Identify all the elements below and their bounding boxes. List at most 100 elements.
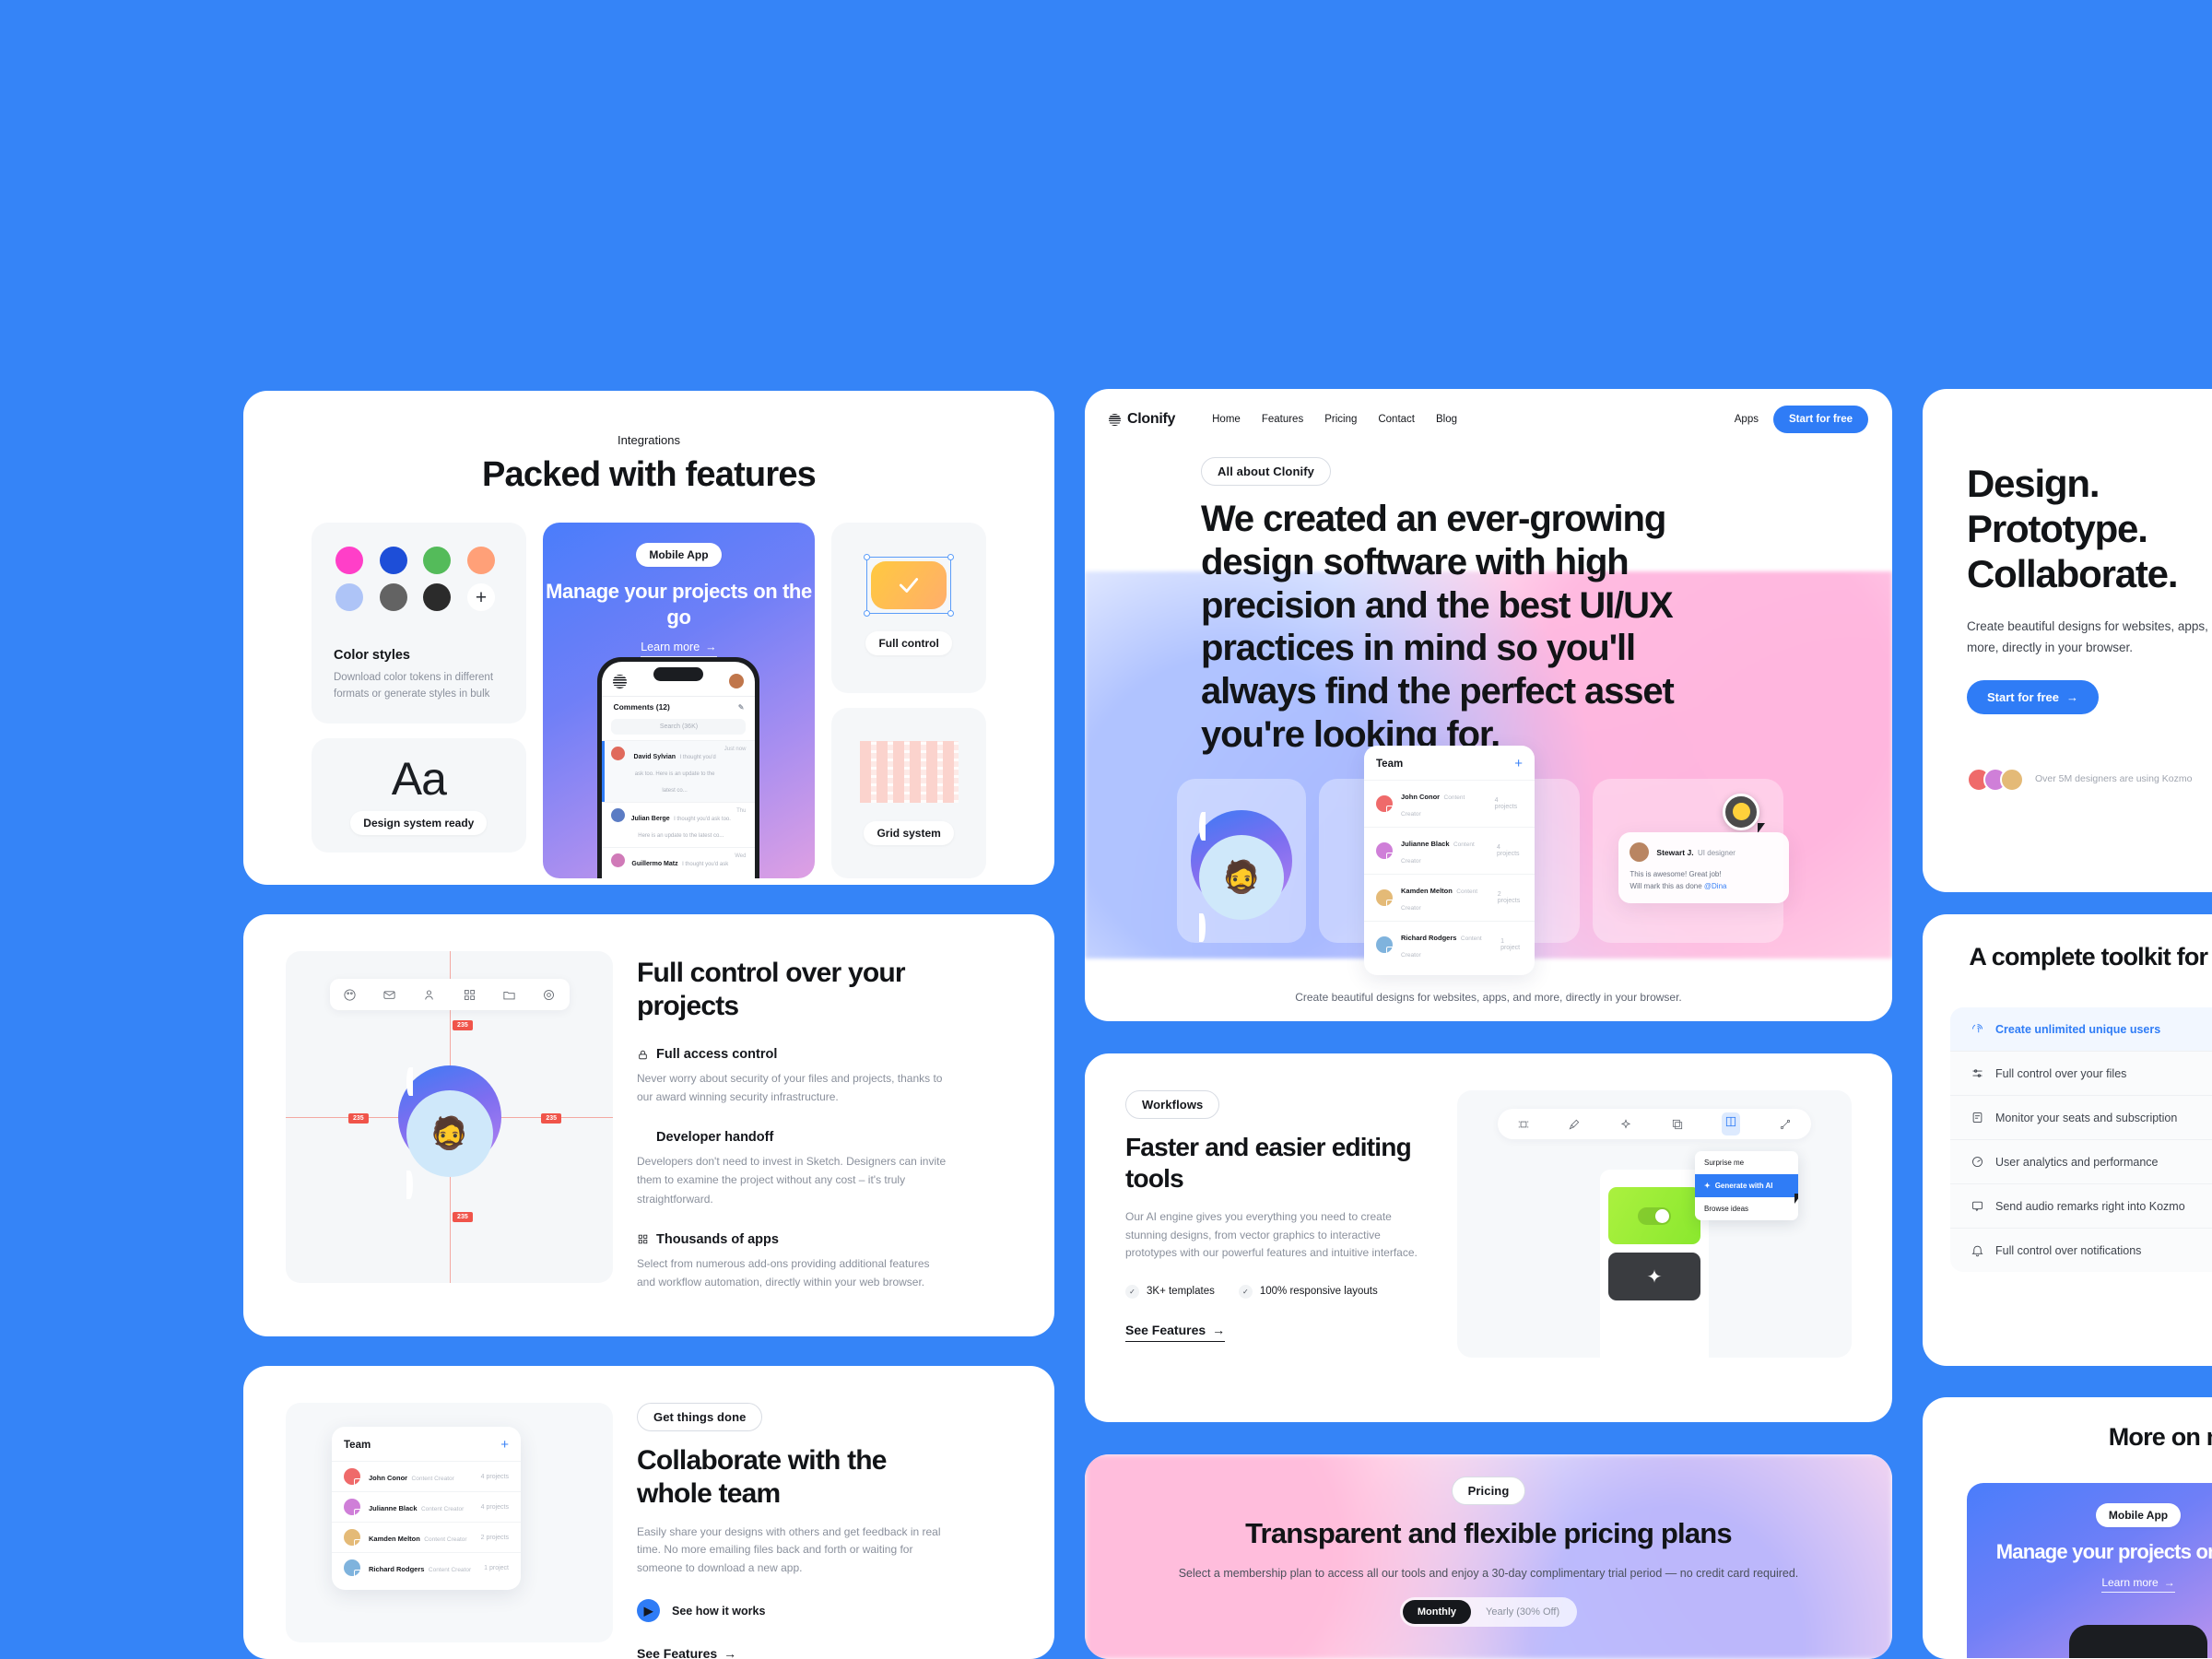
- layout-tool-active[interactable]: [1722, 1112, 1741, 1135]
- avatar: [1376, 889, 1394, 908]
- nav-link-pricing[interactable]: Pricing: [1324, 414, 1357, 425]
- list-item[interactable]: Monitor your seats and subscription: [1950, 1095, 2212, 1139]
- lock-icon: [639, 1050, 647, 1059]
- color-swatch[interactable]: [379, 583, 407, 611]
- learn-more-link[interactable]: Learn more →: [2101, 1576, 2175, 1593]
- start-for-free-button[interactable]: Start for free →: [1967, 679, 2100, 714]
- user-icon[interactable]: [422, 988, 436, 1002]
- typography-glyph: Aa: [391, 752, 447, 805]
- member-projects: 4 projects: [1497, 844, 1520, 858]
- list-item[interactable]: Guillermo Matz I thought you'd ask too. …: [602, 847, 756, 878]
- design-headline-3: Collaborate.: [1967, 552, 2179, 596]
- editor-toolbar[interactable]: [1498, 1109, 1811, 1139]
- color-swatch[interactable]: [423, 583, 452, 611]
- team-card-title: Team: [344, 1439, 371, 1451]
- frame-icon[interactable]: [1517, 1118, 1530, 1131]
- avatar-stack: [1967, 767, 2024, 792]
- start-for-free-button[interactable]: Start for free: [1772, 406, 1868, 433]
- table-row[interactable]: Julianne Black Content Creator 4 project…: [1364, 827, 1535, 874]
- see-features-link[interactable]: See Features →: [1125, 1323, 1226, 1342]
- hero-comment-card-wrap: Stewart J. UI designer This is awesome! …: [1593, 778, 1790, 943]
- toggle-yearly[interactable]: Yearly (30% Off): [1471, 1600, 1574, 1624]
- features-column-right: Full control Grid system: [831, 523, 987, 878]
- list-item[interactable]: David Sylvian I thought you'd ask too. H…: [602, 740, 756, 802]
- list-item-label: Create unlimited unique users: [1995, 1022, 2161, 1036]
- app-logo-icon: [613, 674, 628, 688]
- avatar[interactable]: [729, 674, 745, 688]
- hero-text: All about Clonify We created an ever-gro…: [1201, 457, 1892, 757]
- table-row[interactable]: Julianne Black Content Creator 4 project…: [332, 1491, 521, 1522]
- table-row[interactable]: John Conor Content Creator 4 projects: [1364, 780, 1535, 827]
- play-icon[interactable]: ▶: [637, 1599, 660, 1623]
- pricing-desc: Select a membership plan to access all o…: [1178, 1567, 1799, 1581]
- ai-dropdown-menu[interactable]: Surprise me ✦ Generate with AI Browse ide…: [1695, 1151, 1798, 1220]
- see-features-link[interactable]: See Features →: [637, 1646, 736, 1659]
- billing-period-toggle[interactable]: Monthly Yearly (30% Off): [1399, 1596, 1578, 1627]
- mobile-app-promo-card: Mobile App Manage your projects on the g…: [542, 523, 816, 878]
- list-item[interactable]: Full control over your files: [1950, 1051, 2212, 1095]
- add-member-button[interactable]: +: [1514, 756, 1523, 771]
- features-title: Packed with features: [481, 455, 817, 494]
- member-role: Content Creator: [424, 1536, 467, 1543]
- apps-grid-icon[interactable]: [463, 988, 477, 1002]
- toggle-switch[interactable]: [1638, 1206, 1671, 1225]
- palette-icon[interactable]: [343, 988, 357, 1002]
- features-header: Integrations Packed with features: [243, 391, 1054, 495]
- table-row[interactable]: Kamden Melton Content Creator 2 projects: [1364, 874, 1535, 921]
- table-row[interactable]: John Conor Content Creator 4 projects: [332, 1461, 521, 1491]
- comment-role: UI designer: [1698, 849, 1735, 858]
- comment-author: Julian Berge: [630, 816, 670, 822]
- phone-notch: [653, 667, 704, 681]
- list-item[interactable]: Create unlimited unique users: [1950, 1007, 2212, 1052]
- menu-item-generate-with-ai[interactable]: ✦ Generate with AI: [1695, 1174, 1798, 1197]
- avatar: [344, 1499, 361, 1516]
- sparkle-icon[interactable]: [1619, 1118, 1632, 1131]
- color-swatch[interactable]: [467, 547, 495, 574]
- list-item[interactable]: Full control over notifications: [1950, 1228, 2212, 1272]
- grid-system-label: Grid system: [864, 821, 954, 845]
- see-how-it-works-row[interactable]: ▶ See how it works: [637, 1599, 1012, 1623]
- pricing-panel: Pricing Transparent and flexible pricing…: [1085, 1454, 1892, 1659]
- layout-icon[interactable]: [1724, 1115, 1737, 1128]
- menu-item-browse-ideas[interactable]: Browse ideas: [1695, 1197, 1798, 1220]
- mention-link[interactable]: @Dina: [1704, 882, 1727, 890]
- list-item-label: Monitor your seats and subscription: [1995, 1111, 2178, 1124]
- avatar-ring: 🧔: [1190, 809, 1292, 942]
- mail-icon[interactable]: [382, 988, 396, 1002]
- nav-link-apps[interactable]: Apps: [1735, 414, 1759, 425]
- list-item[interactable]: User analytics and performance: [1950, 1139, 2212, 1183]
- comment-author: Stewart J.: [1656, 848, 1694, 858]
- nav-link-contact[interactable]: Contact: [1378, 414, 1415, 425]
- table-row[interactable]: Richard Rodgers Content Creator 1 projec…: [332, 1552, 521, 1583]
- list-item[interactable]: Julian Berge I thought you'd ask too. He…: [602, 802, 756, 847]
- member-name: Kamden Melton: [369, 1535, 420, 1543]
- line-tool-icon[interactable]: [1779, 1118, 1792, 1131]
- member-name: Kamden Melton: [1401, 887, 1453, 896]
- nav-link-blog[interactable]: Blog: [1436, 414, 1457, 425]
- floating-toolbar[interactable]: [329, 979, 570, 1010]
- list-item[interactable]: Send audio remarks right into Kozmo: [1950, 1183, 2212, 1228]
- list-item-label: Full control over notifications: [1995, 1243, 2142, 1257]
- brand-logo[interactable]: Clonify: [1109, 411, 1175, 428]
- full-control-label: Full control: [865, 630, 952, 655]
- social-proof: Over 5M designers are using Kozmo: [1967, 767, 2212, 792]
- color-swatch[interactable]: [335, 583, 363, 611]
- menu-item-surprise-me[interactable]: Surprise me: [1695, 1151, 1798, 1174]
- toggle-monthly[interactable]: Monthly: [1402, 1599, 1472, 1624]
- copy-icon[interactable]: [1671, 1118, 1684, 1131]
- folder-icon[interactable]: [502, 988, 516, 1002]
- design-desc: Create beautiful designs for websites, a…: [1967, 619, 2212, 654]
- brush-icon[interactable]: [1568, 1118, 1581, 1131]
- nav-link-features[interactable]: Features: [1262, 414, 1303, 425]
- add-color-button[interactable]: +: [467, 583, 495, 611]
- color-swatch[interactable]: [335, 547, 363, 574]
- search-input[interactable]: Search (36K): [611, 719, 747, 735]
- compose-icon[interactable]: ✎: [738, 703, 745, 712]
- settings-icon[interactable]: [542, 988, 556, 1002]
- add-member-button[interactable]: +: [500, 1437, 509, 1453]
- color-swatch[interactable]: [379, 547, 407, 574]
- color-swatch[interactable]: [423, 547, 452, 574]
- nav-link-home[interactable]: Home: [1212, 414, 1241, 425]
- learn-more-link[interactable]: Learn more →: [641, 641, 717, 657]
- table-row[interactable]: Kamden Melton Content Creator 2 projects: [332, 1522, 521, 1552]
